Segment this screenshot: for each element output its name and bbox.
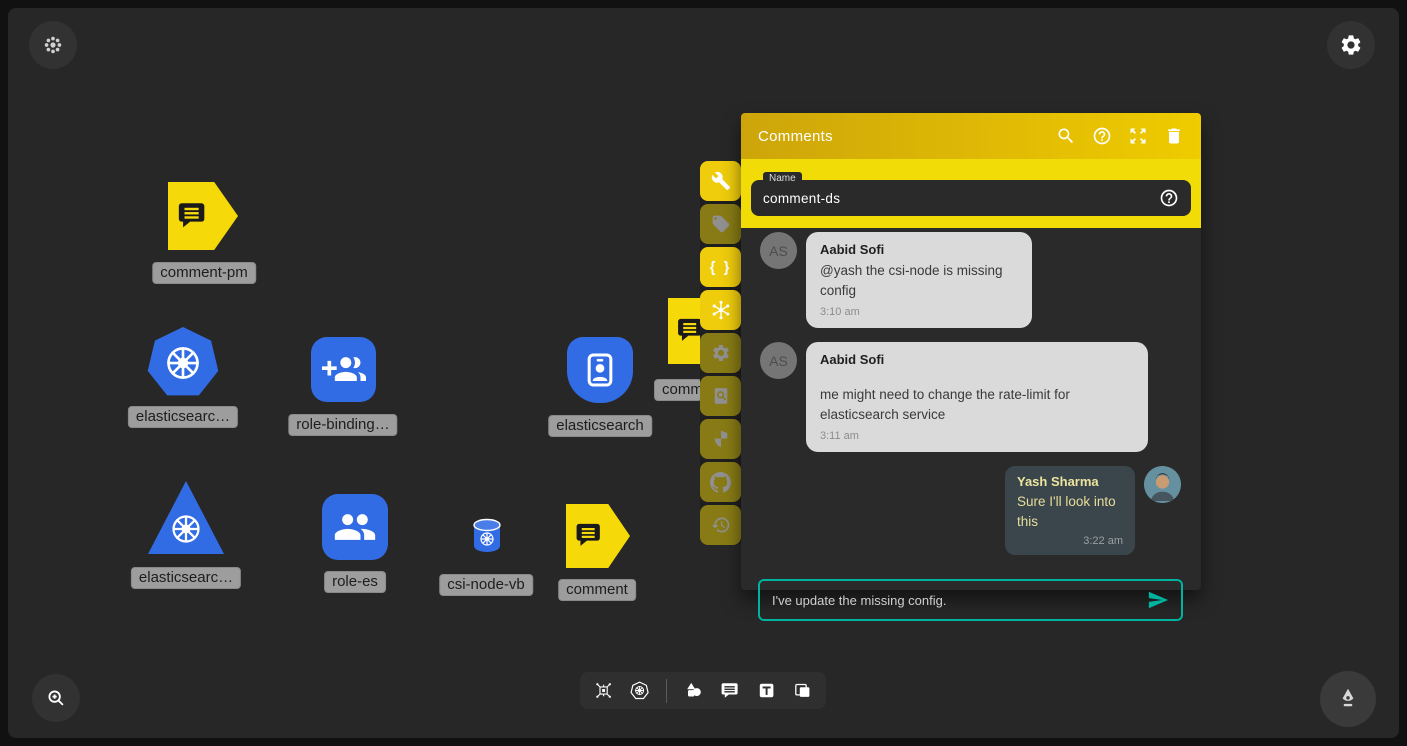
message-text: @yash the csi-node is missing config	[820, 261, 1018, 300]
shield-icon	[711, 429, 731, 449]
group-icon	[333, 505, 377, 549]
group-add-icon	[322, 348, 366, 392]
message-bubble: Aabid Sofi @yash the csi-node is missing…	[806, 232, 1032, 328]
storage-cylinder-icon	[470, 518, 504, 554]
gear-icon	[711, 343, 731, 363]
node-action-toolbar: { }	[700, 161, 741, 545]
node-label[interactable]: comment	[558, 579, 636, 601]
tag-icon	[711, 214, 731, 234]
message-time: 3:22 am	[1017, 535, 1123, 547]
fullscreen-icon[interactable]	[1128, 126, 1148, 146]
node-elasticsearch-serviceaccount[interactable]	[567, 337, 633, 403]
shapes-icon[interactable]	[684, 679, 703, 702]
message-bubble: Yash Sharma Sure I'll look into this 3:2…	[1005, 466, 1135, 555]
comment-message: Yash Sharma Sure I'll look into this 3:2…	[760, 466, 1181, 555]
name-field[interactable]: Name	[751, 180, 1191, 216]
trash-icon[interactable]	[1164, 126, 1184, 146]
comment-icon	[175, 199, 211, 233]
name-field-label: Name	[763, 172, 802, 185]
node-label[interactable]: role-es	[324, 571, 386, 593]
doc-scan-button[interactable]	[700, 376, 741, 416]
mesh-hub-button[interactable]	[700, 290, 741, 330]
history-button[interactable]	[700, 505, 741, 545]
zoom-button[interactable]	[32, 674, 80, 722]
comment-input[interactable]	[772, 593, 1147, 608]
settings-button[interactable]	[700, 333, 741, 373]
node-role-binding[interactable]	[311, 337, 376, 402]
node-label[interactable]: elasticsearc…	[128, 406, 238, 428]
panel-title: Comments	[758, 128, 1040, 145]
json-config-button[interactable]: { }	[700, 247, 741, 287]
mesh-hub-icon	[710, 299, 732, 321]
message-text: Sure I'll look into this	[1017, 492, 1123, 531]
node-label[interactable]: role-binding…	[288, 414, 397, 436]
comment-icon[interactable]	[720, 679, 739, 702]
person-photo-icon	[1144, 466, 1181, 503]
history-icon	[711, 515, 731, 535]
message-text: me might need to change the rate-limit f…	[820, 385, 1134, 424]
annotate-button[interactable]	[1320, 671, 1376, 727]
spaces-button[interactable]	[29, 21, 77, 69]
settings-button[interactable]	[1327, 21, 1375, 69]
window-frame: comment-pm elasticsearc… role-binding… e…	[0, 0, 1407, 746]
spaces-flower-icon	[42, 34, 64, 56]
settings-gear-icon	[1339, 33, 1363, 57]
message-author: Aabid Sofi	[820, 242, 1018, 257]
avatar: AS	[760, 342, 797, 379]
node-label[interactable]: elasticsearc…	[131, 567, 241, 589]
avatar-photo	[1144, 466, 1181, 503]
wrench-icon	[711, 171, 731, 191]
tag-button[interactable]	[700, 204, 741, 244]
node-label[interactable]: comm	[654, 379, 702, 401]
node-label[interactable]: comment-pm	[152, 262, 256, 284]
message-author: Yash Sharma	[1017, 474, 1123, 489]
comment-icon	[573, 520, 606, 551]
github-button[interactable]	[700, 462, 741, 502]
zoom-in-icon	[45, 687, 67, 709]
comment-message: AS Aabid Sofi me might need to change th…	[760, 342, 1181, 452]
design-components-icon[interactable]	[594, 679, 613, 702]
send-icon[interactable]	[1147, 589, 1169, 611]
image-icon[interactable]	[793, 679, 812, 702]
message-author: Aabid Sofi	[820, 352, 1134, 367]
kubernetes-icon[interactable]	[630, 679, 649, 702]
comment-message: AS Aabid Sofi @yash the csi-node is miss…	[760, 232, 1181, 328]
text-icon[interactable]	[757, 679, 776, 702]
help-icon[interactable]	[1159, 188, 1179, 208]
search-icon[interactable]	[1056, 126, 1076, 146]
node-csi-node-vb[interactable]	[470, 518, 504, 554]
shape-dock	[580, 672, 826, 709]
tools-button[interactable]	[700, 161, 741, 201]
badge-icon	[580, 350, 620, 390]
dock-divider	[666, 679, 667, 703]
help-icon[interactable]	[1092, 126, 1112, 146]
comments-panel: Comments Name AS Aabid Sofi @yash the cs…	[741, 113, 1201, 590]
avatar: AS	[760, 232, 797, 269]
comment-thread: AS Aabid Sofi @yash the csi-node is miss…	[741, 228, 1201, 555]
kubernetes-wheel-icon	[162, 342, 204, 384]
shield-button[interactable]	[700, 419, 741, 459]
kubernetes-wheel-icon	[168, 511, 204, 547]
doc-scan-icon	[711, 386, 731, 406]
github-icon	[710, 472, 731, 493]
selected-node-config: Name	[741, 159, 1201, 228]
comment-composer[interactable]	[758, 579, 1183, 621]
braces-icon: { }	[710, 259, 732, 276]
message-time: 3:10 am	[820, 306, 1018, 318]
message-time: 3:11 am	[820, 430, 1134, 442]
node-role-es[interactable]	[322, 494, 388, 560]
node-label[interactable]: elasticsearch	[548, 415, 652, 437]
comments-panel-header: Comments	[741, 113, 1201, 159]
node-label[interactable]: csi-node-vb	[439, 574, 533, 596]
message-bubble: Aabid Sofi me might need to change the r…	[806, 342, 1148, 452]
name-input[interactable]	[763, 191, 1159, 206]
pen-nib-icon	[1335, 686, 1361, 712]
